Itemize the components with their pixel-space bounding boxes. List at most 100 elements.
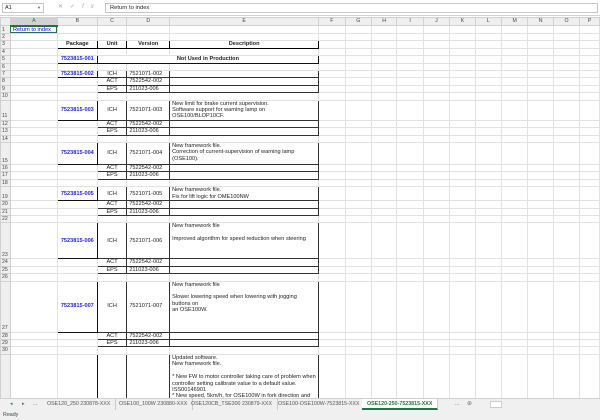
cell[interactable]: [422, 69, 451, 79]
next-sheet-icon[interactable]: ▸: [22, 401, 25, 407]
cell[interactable]: [500, 273, 529, 282]
cell[interactable]: [500, 47, 529, 57]
cell[interactable]: [449, 215, 476, 224]
cell[interactable]: [474, 171, 502, 180]
version-cell[interactable]: [126, 353, 171, 398]
cell[interactable]: [370, 119, 398, 129]
cell[interactable]: [474, 142, 502, 165]
cell[interactable]: [500, 258, 529, 267]
version-cell[interactable]: 7522542-002: [126, 258, 171, 267]
cell[interactable]: [370, 258, 398, 267]
cell[interactable]: [474, 69, 502, 79]
cell[interactable]: [579, 25, 600, 34]
cell[interactable]: [500, 200, 529, 209]
cell[interactable]: [527, 119, 554, 129]
cell[interactable]: [396, 331, 424, 341]
cell[interactable]: [9, 346, 58, 355]
cell[interactable]: [552, 265, 581, 275]
cell[interactable]: [396, 127, 424, 136]
cell[interactable]: [9, 55, 58, 64]
cell[interactable]: [449, 222, 476, 260]
cell[interactable]: [56, 215, 98, 224]
cell[interactable]: [9, 200, 58, 209]
cell[interactable]: [552, 127, 581, 136]
cell[interactable]: [9, 84, 58, 94]
cell[interactable]: [500, 163, 529, 173]
cell[interactable]: [318, 62, 346, 71]
cell[interactable]: [422, 47, 451, 57]
cell[interactable]: [474, 55, 502, 64]
version-cell[interactable]: 7521071-003: [126, 99, 171, 121]
cell[interactable]: [527, 339, 554, 348]
cell[interactable]: [449, 119, 476, 129]
cell[interactable]: [370, 142, 398, 165]
cell[interactable]: [500, 280, 529, 333]
cell[interactable]: [318, 25, 346, 34]
cell[interactable]: [422, 207, 451, 217]
cell[interactable]: [552, 258, 581, 267]
cell[interactable]: [422, 178, 451, 188]
cell[interactable]: [449, 69, 476, 79]
cell[interactable]: [527, 77, 554, 86]
cell[interactable]: [344, 99, 372, 121]
description-cell[interactable]: New framework file. Correction of curren…: [169, 142, 320, 165]
cell[interactable]: [370, 346, 398, 355]
cell[interactable]: [449, 84, 476, 94]
version-cell[interactable]: 211023-006: [126, 339, 171, 348]
description-cell[interactable]: [169, 207, 320, 217]
cell[interactable]: [579, 142, 600, 165]
cell[interactable]: [169, 346, 320, 355]
cell[interactable]: [449, 99, 476, 121]
cell[interactable]: [9, 32, 58, 42]
cell[interactable]: [474, 134, 502, 144]
column-header-e[interactable]: E: [169, 17, 320, 26]
cell[interactable]: [527, 215, 554, 224]
cell[interactable]: [9, 127, 58, 136]
cell[interactable]: [422, 163, 451, 173]
sheet-tab[interactable]: OSE100_100W 230880-XXX: [114, 399, 194, 410]
description-cell[interactable]: New limit for brake current supervision.…: [169, 99, 320, 121]
cell[interactable]: [579, 55, 600, 64]
version-cell[interactable]: 7521071-007: [126, 280, 171, 333]
row-header[interactable]: 6: [0, 62, 11, 71]
cell[interactable]: [552, 40, 581, 49]
cell[interactable]: [449, 207, 476, 217]
cell[interactable]: [56, 84, 98, 94]
horizontal-scrollbar[interactable]: [490, 401, 502, 408]
cell[interactable]: [169, 215, 320, 224]
cell[interactable]: [422, 200, 451, 209]
cell[interactable]: [396, 142, 424, 165]
cell[interactable]: [370, 186, 398, 202]
cell[interactable]: [344, 186, 372, 202]
cell[interactable]: [552, 331, 581, 341]
unit-cell[interactable]: ACT: [96, 258, 128, 267]
column-header-p[interactable]: P: [579, 17, 600, 26]
cell[interactable]: [474, 273, 502, 282]
version-cell[interactable]: 7521071-002: [126, 69, 171, 79]
cell[interactable]: [56, 339, 98, 348]
cell[interactable]: [9, 142, 58, 165]
cell[interactable]: [370, 331, 398, 341]
unit-cell[interactable]: EPS: [96, 339, 128, 348]
cell[interactable]: [396, 84, 424, 94]
cell[interactable]: [422, 346, 451, 355]
cell[interactable]: [449, 339, 476, 348]
cell[interactable]: [96, 92, 128, 101]
column-header-h[interactable]: H: [370, 17, 398, 26]
column-header-l[interactable]: L: [474, 17, 502, 26]
package-id[interactable]: 7523815-001: [56, 55, 98, 64]
cell[interactable]: [527, 331, 554, 341]
cell[interactable]: [56, 119, 98, 129]
cell[interactable]: [552, 92, 581, 101]
description-cell[interactable]: [169, 69, 320, 79]
cell[interactable]: [500, 25, 529, 34]
cell[interactable]: [396, 77, 424, 86]
description-cell[interactable]: New framework file Improved algorithm fo…: [169, 222, 320, 260]
cell[interactable]: [370, 99, 398, 121]
cell[interactable]: [527, 353, 554, 398]
cell[interactable]: [527, 84, 554, 94]
cell[interactable]: [579, 215, 600, 224]
cell[interactable]: [318, 339, 346, 348]
cell[interactable]: [56, 331, 98, 341]
cell[interactable]: [396, 99, 424, 121]
